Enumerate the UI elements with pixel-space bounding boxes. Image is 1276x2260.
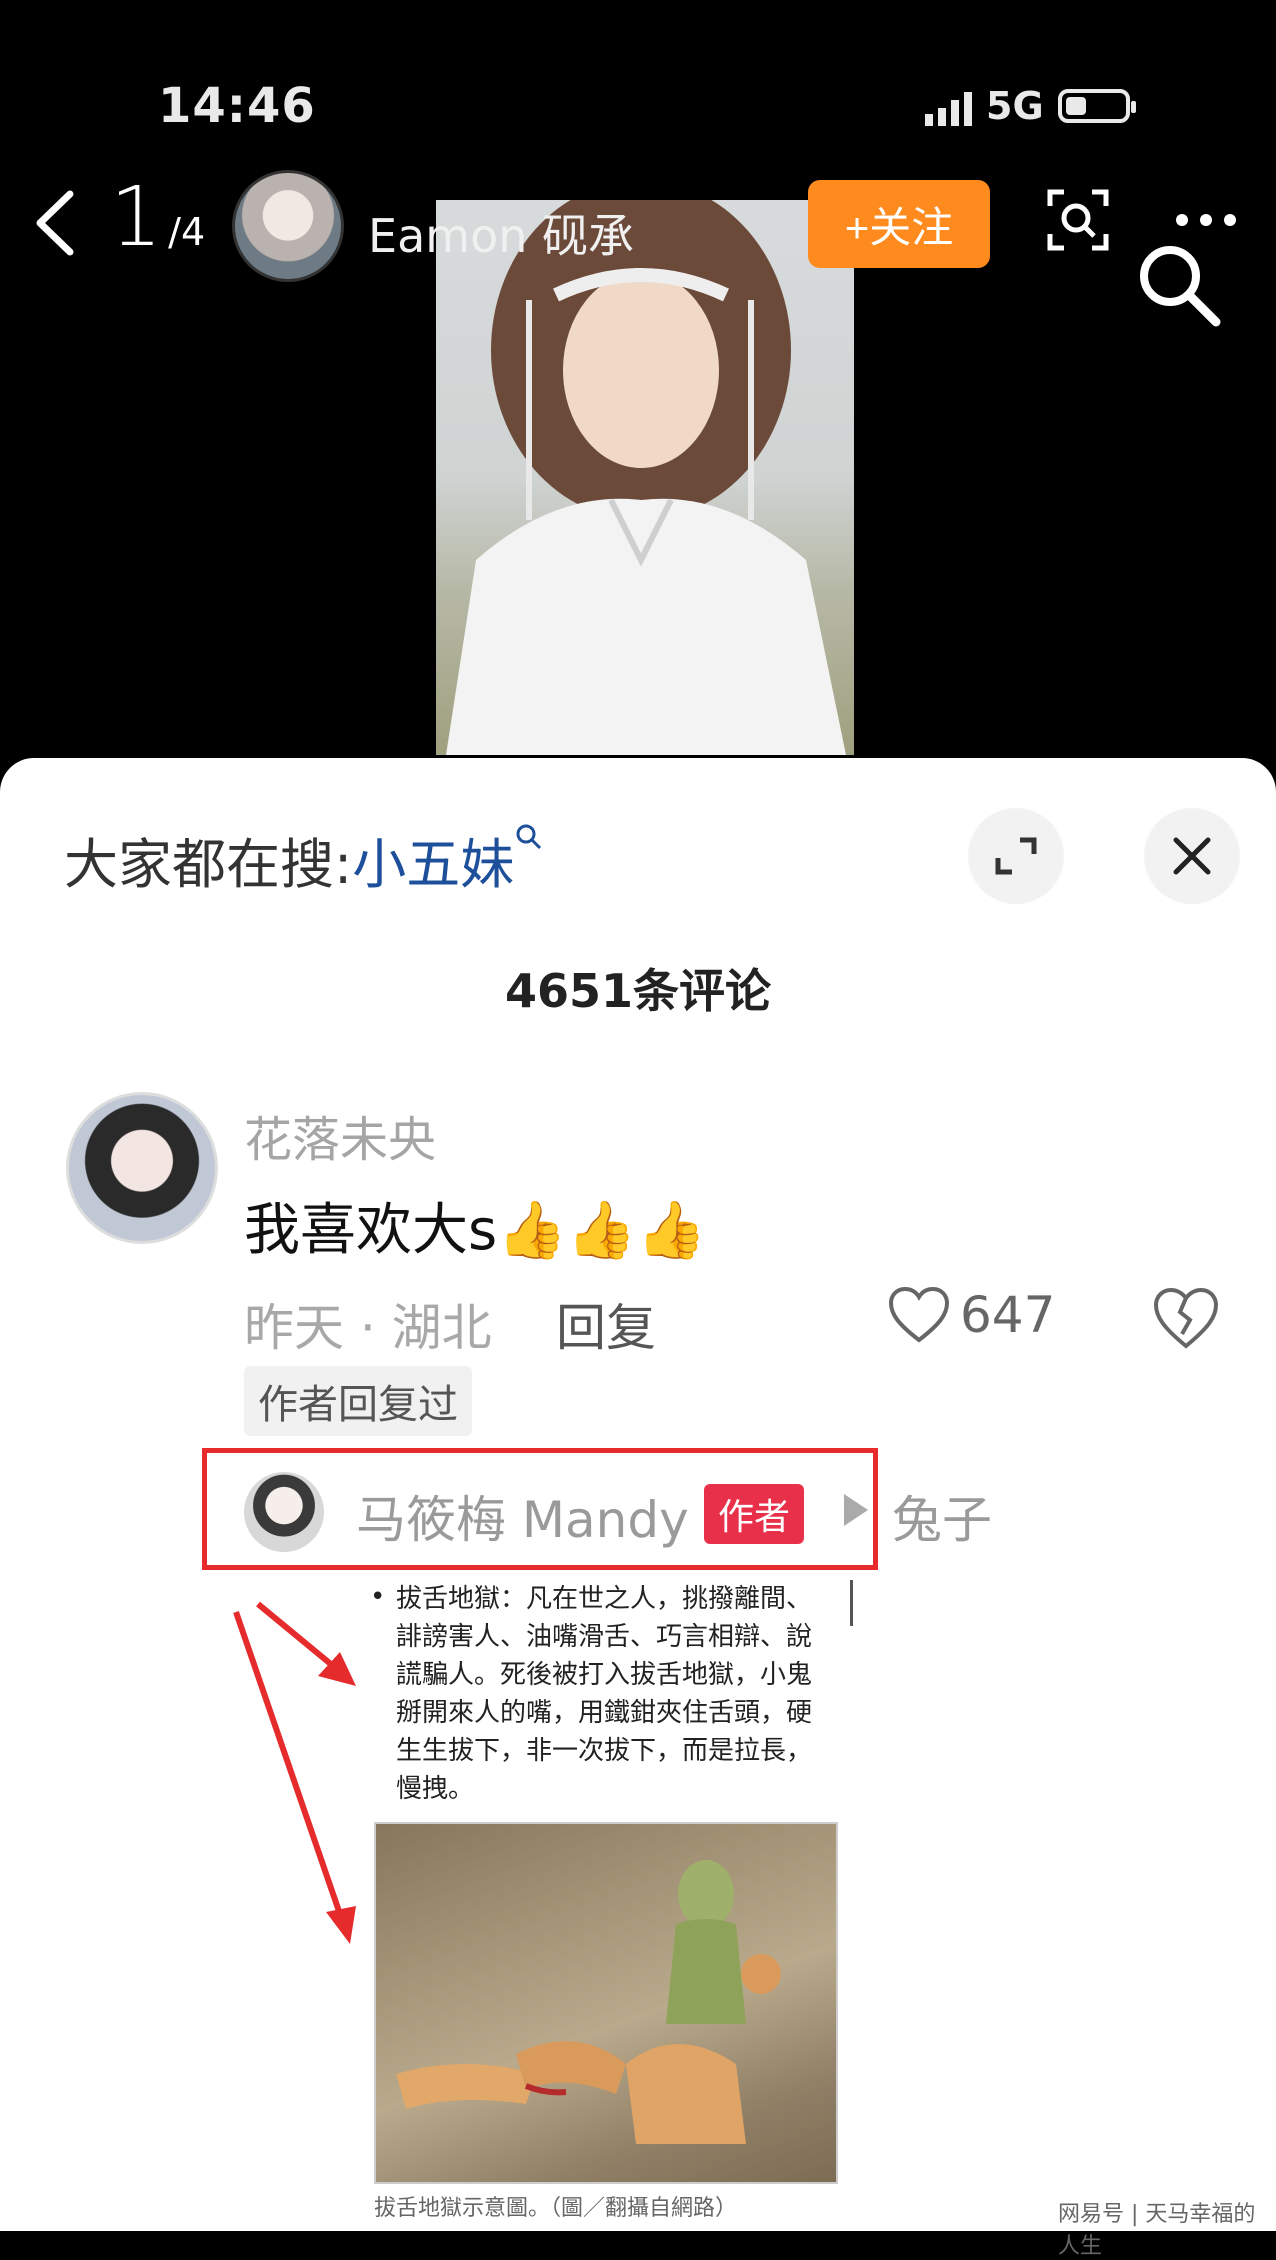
author-avatar[interactable] (232, 170, 344, 282)
like-button[interactable]: 647 (888, 1286, 1055, 1344)
replier-name[interactable]: 马筱梅 Mandy (356, 1480, 689, 1552)
expand-button[interactable] (968, 808, 1064, 904)
comment-count: 4651条评论 (504, 964, 772, 1018)
commenter-avatar[interactable] (66, 1092, 218, 1244)
doc-divider (850, 1580, 853, 1626)
reply-target-name[interactable]: 兔子 (892, 1480, 992, 1552)
page-total: /4 (168, 210, 206, 254)
page-counter: 1 /4 (110, 170, 205, 265)
close-icon (1173, 837, 1211, 875)
heart-icon (888, 1286, 950, 1343)
trending-search-keyword[interactable]: 小五妹 (352, 833, 514, 896)
author-replied-tag: 作者回复过 (244, 1366, 472, 1436)
expand-icon (995, 837, 1037, 875)
status-indicators: 5G (925, 84, 1136, 128)
reply-arrow-icon (844, 1494, 868, 1526)
battery-icon (1057, 89, 1136, 123)
close-button[interactable] (1144, 808, 1240, 904)
status-time: 14:46 (158, 78, 316, 134)
search-icon[interactable] (1134, 240, 1224, 330)
author-name[interactable]: Eamon 砚承 (368, 200, 634, 266)
doc-bullet: • (370, 1582, 386, 1612)
comment-meta: 昨天 · 湖北 (244, 1299, 492, 1357)
replier-avatar[interactable] (244, 1472, 324, 1552)
comment-text: 我喜欢大s👍👍👍 (244, 1198, 707, 1263)
watermark: 网易号 | 天马幸福的人生 (1058, 2202, 1256, 2259)
page-current: 1 (110, 170, 163, 265)
follow-button[interactable]: +关注 (808, 180, 990, 268)
trending-search-prefix: 大家都在搜: (64, 833, 353, 896)
scan-icon[interactable] (1046, 188, 1110, 252)
like-count: 647 (960, 1286, 1056, 1344)
post-photo[interactable] (436, 200, 854, 755)
network-type: 5G (986, 84, 1044, 128)
search-small-icon (516, 824, 542, 850)
commenter-username[interactable]: 花落未央 (244, 1100, 436, 1170)
image-caption: 拔舌地獄示意圖。（圖／翻攝自網路） (374, 2196, 738, 2221)
signal-icon (925, 86, 972, 126)
trending-search[interactable]: 大家都在搜:小五妹 (64, 820, 544, 899)
broken-heart-icon[interactable] (1152, 1286, 1220, 1350)
more-icon[interactable] (1176, 214, 1242, 230)
back-icon[interactable] (30, 188, 78, 258)
doc-text: 拔舌地獄：凡在世之人，挑撥離間、誹謗害人、油嘴滑舌、巧言相辯、說謊騙人。死後被打… (396, 1584, 813, 1804)
hell-painting-image[interactable] (374, 1822, 838, 2184)
reply-button[interactable]: 回复 (556, 1288, 656, 1360)
author-badge: 作者 (704, 1484, 805, 1544)
